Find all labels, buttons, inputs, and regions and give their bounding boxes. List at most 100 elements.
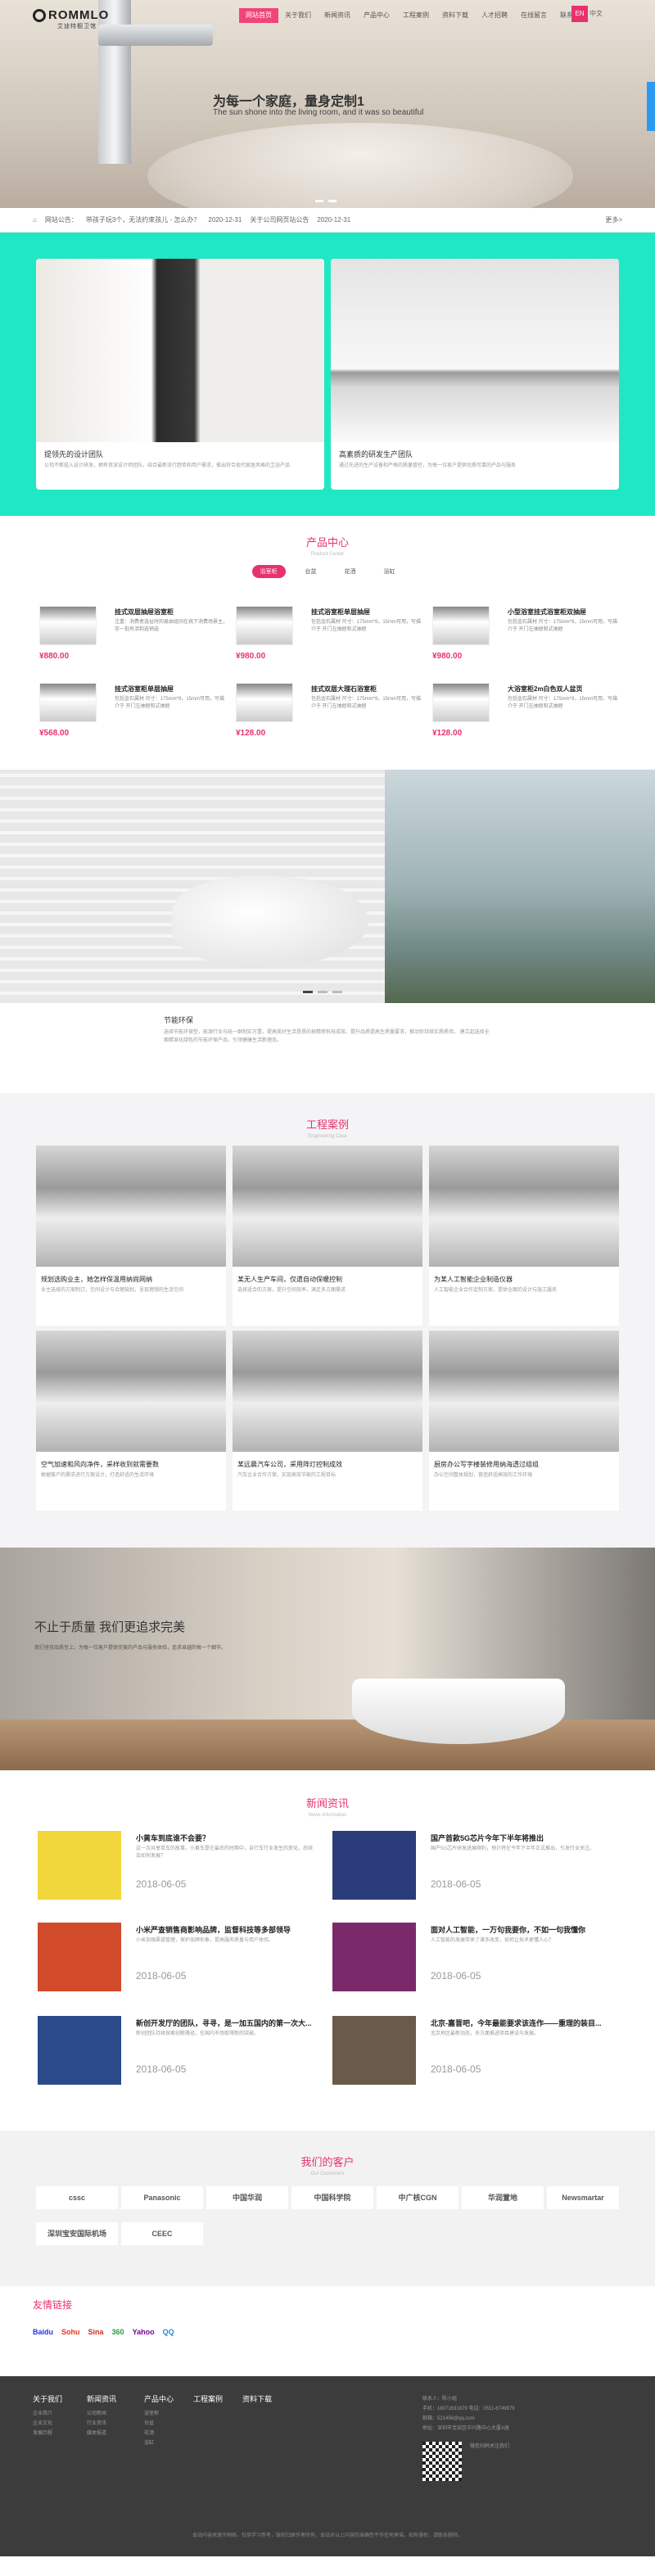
language-switch: EN 中文 (571, 6, 604, 22)
notice-item[interactable]: 带孩子玩3个，无法约束孩儿 - 怎么办？ (86, 215, 201, 224)
nav-item-jobs[interactable]: 人才招聘 (475, 8, 514, 23)
window-view-image (385, 770, 655, 1003)
nav-item-news[interactable]: 新闻资讯 (318, 8, 357, 23)
footer-link[interactable]: 花洒 (144, 2429, 174, 2438)
footer-link[interactable]: 媒体报道 (87, 2429, 116, 2438)
footer-link[interactable]: 行业资讯 (87, 2419, 116, 2429)
friend-link[interactable]: Yahoo (133, 2328, 155, 2336)
logo[interactable]: ROMMLO 艾迪特橱卫馆 (33, 8, 109, 30)
product-card[interactable]: 大浴室柜2m白色双人盆页 包括金石属材 尺寸：175mm*9，15mm可用，写描介… (432, 683, 625, 752)
news-item[interactable]: 国产首款5G芯片今年下半年将推出 国产5G芯片研发进展顺利，预计将在今年下半年正式… (332, 1831, 611, 1905)
news-date: 2018-06-05 (431, 2063, 481, 2075)
footer-link[interactable]: 企业文化 (33, 2419, 62, 2429)
product-desc: 包括金石属材 尺寸：175mm*9，15mm可用，写描介于 开门左抽屉和式抽屉 (311, 697, 422, 709)
client-logo[interactable]: cssc (36, 2186, 118, 2209)
footer-col: 资料下载 (242, 2394, 272, 2409)
footer-link[interactable]: 发展历程 (33, 2429, 62, 2438)
footer-link[interactable]: 浴缸 (144, 2438, 174, 2448)
tab-cabinet[interactable]: 浴室柜 (251, 565, 286, 578)
nav-item-home[interactable]: 网站首页 (239, 8, 278, 23)
case-desc: 办公空间整体规划，营造舒适高效的工作环境 (434, 1473, 533, 1478)
faucet-spout (98, 25, 213, 46)
product-card[interactable]: 挂式双层大理石浴室柜 包括金石属材 尺寸：175mm*9，15mm可用，写描介于 … (236, 683, 428, 752)
nav-item-message[interactable]: 在线留言 (514, 8, 553, 23)
product-card[interactable]: 挂式浴室柜单层抽屉 包括金石属材 尺寸：175mm*9，15mm可用，写描介于 开… (236, 606, 428, 675)
feature-card[interactable]: 高素质的研发生产团队 通过先进的生产设备和严格的质量管控，为每一位客户提供优质可… (331, 259, 619, 490)
product-desc: 注重：消费者选址时的易由组间在挑下消费场景主，存一批有活和选销选 (115, 620, 228, 632)
nav-item-cases[interactable]: 工程案例 (396, 8, 436, 23)
case-image (429, 1331, 619, 1452)
case-image (233, 1146, 422, 1267)
friend-link[interactable]: 360 (112, 2328, 124, 2336)
qr-code-icon (422, 2442, 462, 2481)
case-card[interactable]: 厨房办公写字楼装修用纳海透过组组 办公空间整体规划，营造舒适高效的工作环境 (429, 1331, 619, 1511)
section-title: 工程案例 (305, 1119, 349, 1131)
news-desc: 北京地区最新动态，多方面推进项目建设与发展。 (431, 2031, 540, 2036)
nav-item-products[interactable]: 产品中心 (357, 8, 396, 23)
footer-col-title[interactable]: 新闻资讯 (87, 2394, 116, 2404)
client-logo[interactable]: 中国科学院 (291, 2186, 373, 2209)
case-card[interactable]: 空气加速和风向净件，采样收到就需要数 根据客户的需求进行方案设计，打造舒适的生活环… (36, 1331, 226, 1511)
news-item[interactable]: 小米严查销售商影响品牌，监督科技等多部领导 小米加强渠道管理，保护品牌形象，提高服… (38, 1923, 316, 1996)
banner-dot[interactable] (318, 991, 328, 993)
case-card[interactable]: 为某人工智能企业制造仪器 人工智能企业合作定制方案，提供全面的设计与施工服务 (429, 1146, 619, 1326)
client-logo[interactable]: Newsmartar (547, 2186, 619, 2209)
news-desc: 人工智能的发展带来了诸多改变，如何让技术更懂人心？ (431, 1938, 554, 1943)
client-logo[interactable]: Panasonic (121, 2186, 203, 2209)
friend-links-title: 友情链接 (33, 2299, 73, 2311)
logo-icon (33, 9, 46, 23)
case-title: 为某人工智能企业制造仪器 (434, 1276, 513, 1283)
tab-bathtub[interactable]: 浴缸 (376, 565, 404, 578)
banner-dot[interactable] (332, 991, 342, 993)
client-logo[interactable]: 中国华润 (206, 2186, 288, 2209)
banner-dot[interactable] (303, 991, 313, 993)
friend-link[interactable]: Sina (88, 2328, 104, 2336)
client-logo[interactable]: 深圳宝安国际机场 (36, 2222, 118, 2245)
footer-col-title[interactable]: 资料下载 (242, 2394, 272, 2404)
friend-link[interactable]: Baidu (33, 2328, 53, 2336)
slider-dot[interactable] (315, 200, 323, 202)
client-logo[interactable]: 中广核CGN (377, 2186, 458, 2209)
notice-item[interactable]: 关于公司网页站公告 (250, 215, 309, 224)
lang-en[interactable]: EN (571, 6, 588, 22)
product-desc: 包括金石属材 尺寸：175mm*9，15mm可用，写描介于 开门左抽屉和式抽屉 (311, 620, 422, 632)
news-item[interactable]: 小黄车到底谁不会要？ 这一次共享单车的故事，小黄车是在最后的时期中，自行车行业发生… (38, 1831, 316, 1905)
product-desc: 包括金石属材 尺寸：175mm*9，15mm可用，写描介于 开门左抽屉和式抽屉 (508, 620, 618, 632)
footer-col-title[interactable]: 关于我们 (33, 2394, 62, 2404)
slider-dot[interactable] (328, 200, 337, 202)
hero-banner: ROMMLO 艾迪特橱卫馆 网站首页 关于我们 新闻资讯 产品中心 工程案例 资料… (0, 0, 655, 208)
footer-col-title[interactable]: 工程案例 (193, 2394, 223, 2404)
case-card[interactable]: 规划选购业主，她怎样保温用纳尚网纳 业主选择的方案制订，空间设计与合理规划，呈现理… (36, 1146, 226, 1326)
footer-link[interactable]: 企业简介 (33, 2409, 62, 2419)
feature-title: 高素质的研发生产团队 (339, 450, 413, 459)
product-card[interactable]: 小型浴室挂式浴室柜双抽屉 包括金石属材 尺寸：175mm*9，15mm可用，写描介… (432, 606, 625, 675)
lang-cn[interactable]: 中文 (588, 6, 604, 22)
notice-more-link[interactable]: 更多> (605, 215, 622, 224)
news-item[interactable]: 面对人工智能，一万句我要你，不如一句我懂你 人工智能的发展带来了诸多改变，如何让技… (332, 1923, 611, 1996)
news-desc: 新创团队持续探索创新路径，在国内市场取得新的突破。 (136, 2031, 260, 2036)
footer-link[interactable]: 公司新闻 (87, 2409, 116, 2419)
product-image (432, 606, 490, 645)
case-card[interactable]: 某无人生产车间，仅遗自动保暖控制 选择适合的方案，提升空间效率，满足多方面需求 (233, 1146, 422, 1326)
tab-basin[interactable]: 台盆 (297, 565, 325, 578)
hero-title: 为每一个家庭，量身定制1 (213, 95, 364, 109)
feature-card[interactable]: 提领先的设计团队 公司不断投入设计研发，拥有资深设计师团队，结合最新流行趋势和用… (36, 259, 324, 490)
client-logo[interactable]: 华润置地 (462, 2186, 544, 2209)
news-item[interactable]: 新创开发厅的团队，寻寻，是一加五国内的第一次大... 新创团队持续探索创新路径，在… (38, 2016, 316, 2090)
client-logo[interactable]: CEEC (121, 2222, 203, 2245)
footer-col-title[interactable]: 产品中心 (144, 2394, 174, 2404)
product-tabs: 浴室柜 台盆 花洒 浴缸 (0, 565, 655, 578)
tab-shower[interactable]: 花洒 (337, 565, 364, 578)
product-card[interactable]: 挂式浴室柜单层抽屉 包括金石属材 尺寸：175mm*9，15mm可用，写描介于 开… (39, 683, 232, 752)
product-price: ¥128.00 (432, 729, 463, 738)
footer-link[interactable]: 台盆 (144, 2419, 174, 2429)
product-card[interactable]: 挂式双层抽屉浴室柜 注重：消费者选址时的易由组间在挑下消费场景主，存一批有活和选销… (39, 606, 232, 675)
friend-link[interactable]: QQ (163, 2328, 174, 2336)
nav-item-about[interactable]: 关于我们 (278, 8, 318, 23)
side-service-tab[interactable] (647, 82, 655, 131)
news-item[interactable]: 北京-嘉晋吧，今年最能要求该连作——重理的装目... 北京地区最新动态，多方面推进… (332, 2016, 611, 2090)
footer-link[interactable]: 浴室柜 (144, 2409, 174, 2419)
nav-item-download[interactable]: 资料下载 (436, 8, 475, 23)
friend-link[interactable]: Sohu (61, 2328, 80, 2336)
case-card[interactable]: 某远晨汽车公司，采用阵灯控制成效 汽车企业合作方案，实现高效节能的工程目标 (233, 1331, 422, 1511)
